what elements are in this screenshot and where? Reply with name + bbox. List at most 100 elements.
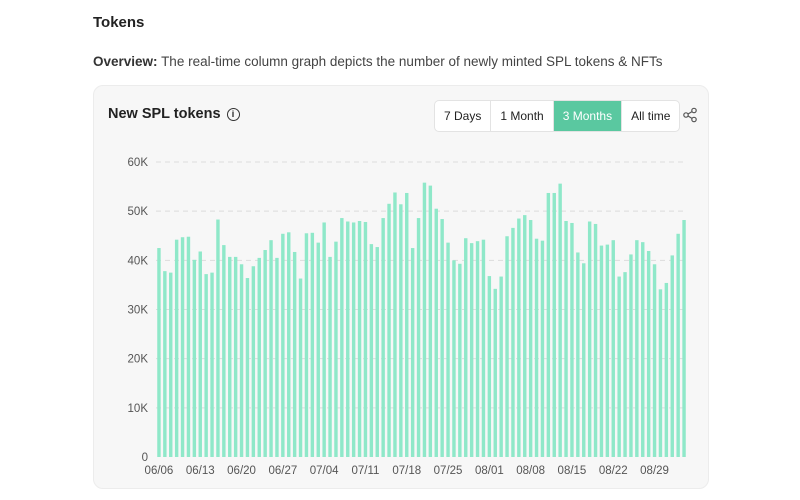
bar[interactable] (523, 215, 527, 457)
bar[interactable] (322, 222, 326, 457)
bar[interactable] (186, 236, 191, 457)
bar[interactable] (357, 221, 362, 457)
x-tick-label: 08/08 (516, 465, 545, 476)
info-icon[interactable]: i (226, 107, 240, 121)
bar[interactable] (511, 227, 515, 457)
bar[interactable] (263, 250, 267, 457)
range-all-time-button[interactable]: All time (622, 101, 679, 131)
bar[interactable] (399, 204, 403, 457)
bar[interactable] (346, 221, 350, 457)
bar[interactable] (658, 289, 663, 457)
bar[interactable] (334, 241, 338, 457)
bar[interactable] (410, 248, 415, 457)
bar[interactable] (528, 220, 533, 457)
bar[interactable] (582, 263, 586, 457)
bar[interactable] (623, 272, 627, 457)
bar[interactable] (458, 263, 462, 457)
bar[interactable] (593, 223, 598, 457)
bar[interactable] (228, 256, 232, 457)
bar[interactable] (682, 220, 686, 457)
bar[interactable] (587, 221, 592, 457)
bar[interactable] (169, 272, 173, 457)
bar[interactable] (452, 260, 456, 457)
bar[interactable] (369, 244, 374, 457)
bar[interactable] (599, 245, 604, 457)
bar[interactable] (652, 264, 657, 457)
bar[interactable] (440, 219, 444, 457)
spl-tokens-chart: 0 10K 20K 30K 40K 50K 60K 06/06 06/13 06/20 06/27 0… (128, 157, 687, 476)
bar[interactable] (298, 278, 303, 457)
bar[interactable] (635, 240, 639, 457)
bar[interactable] (546, 192, 551, 457)
bar[interactable] (157, 248, 161, 457)
bar[interactable] (499, 276, 503, 457)
bar[interactable] (416, 218, 421, 457)
bar[interactable] (251, 266, 256, 457)
bar[interactable] (257, 257, 261, 457)
bar[interactable] (281, 233, 285, 457)
bar[interactable] (163, 271, 167, 457)
bar[interactable] (664, 282, 669, 457)
bar[interactable] (428, 185, 433, 457)
bar[interactable] (517, 218, 521, 457)
bar[interactable] (493, 288, 497, 457)
bar[interactable] (422, 182, 427, 457)
bar[interactable] (564, 221, 568, 457)
bar[interactable] (198, 251, 202, 457)
bar[interactable] (375, 247, 379, 457)
bar[interactable] (292, 251, 297, 457)
bar[interactable] (245, 278, 250, 457)
bar[interactable] (239, 264, 244, 457)
bar[interactable] (310, 232, 315, 457)
bar[interactable] (387, 203, 391, 457)
bar[interactable] (216, 219, 220, 457)
bar[interactable] (446, 242, 450, 457)
bar[interactable] (233, 256, 238, 457)
bar[interactable] (434, 208, 438, 457)
bar[interactable] (192, 259, 197, 457)
bar[interactable] (275, 257, 279, 457)
bar[interactable] (381, 218, 385, 457)
range-3-months-button[interactable]: 3 Months (553, 101, 623, 131)
x-tick-label: 08/22 (599, 465, 628, 476)
bar[interactable] (393, 192, 397, 457)
section-title: Tokens (93, 14, 145, 31)
bar[interactable] (505, 236, 509, 457)
range-1-month-button[interactable]: 1 Month (491, 101, 554, 131)
bar[interactable] (464, 238, 468, 457)
bar[interactable] (174, 239, 179, 457)
bar[interactable] (552, 192, 556, 457)
bar[interactable] (646, 250, 651, 457)
bar[interactable] (558, 183, 562, 457)
bar[interactable] (316, 242, 320, 457)
bar[interactable] (328, 256, 332, 457)
bar[interactable] (363, 221, 368, 457)
share-icon[interactable] (682, 107, 698, 123)
bar[interactable] (676, 233, 680, 457)
bar[interactable] (210, 272, 214, 457)
bar[interactable] (351, 222, 356, 457)
bar[interactable] (487, 276, 492, 457)
bar[interactable] (570, 222, 574, 457)
bar[interactable] (475, 241, 480, 457)
bar[interactable] (287, 232, 291, 457)
bar[interactable] (670, 255, 674, 457)
bar[interactable] (222, 245, 226, 457)
bar[interactable] (617, 276, 621, 457)
bar[interactable] (180, 237, 185, 457)
bar[interactable] (340, 218, 344, 457)
bar[interactable] (629, 254, 633, 457)
bar[interactable] (469, 243, 474, 457)
bar[interactable] (605, 244, 610, 457)
bar[interactable] (641, 242, 645, 457)
bar[interactable] (534, 238, 539, 457)
bar[interactable] (304, 233, 309, 457)
range-7-days-button[interactable]: 7 Days (435, 101, 492, 131)
bar[interactable] (611, 240, 615, 457)
bar[interactable] (481, 239, 486, 457)
bar[interactable] (204, 274, 208, 457)
bar[interactable] (576, 252, 580, 457)
bar[interactable] (405, 192, 409, 457)
bar[interactable] (269, 240, 273, 457)
bar[interactable] (540, 240, 545, 457)
